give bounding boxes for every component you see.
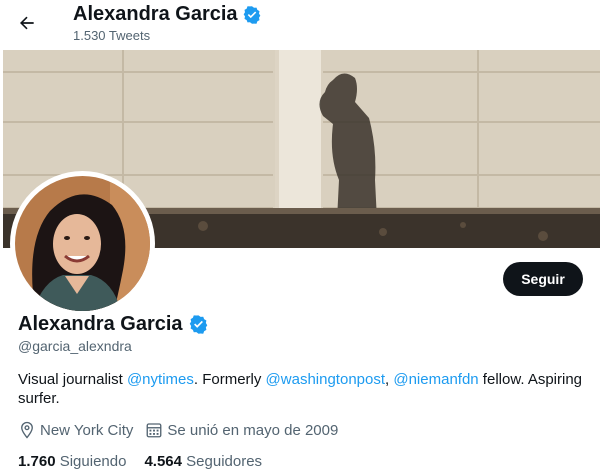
top-bar: Alexandra Garcia 1.530 Tweets	[0, 0, 602, 48]
following-label: Siguiendo	[59, 453, 127, 470]
bio-mention-link[interactable]: @washingtonpost	[266, 371, 385, 388]
profile-name: Alexandra Garcia	[18, 313, 209, 336]
followers-label: Seguidores	[186, 453, 263, 470]
avatar-image	[15, 176, 150, 311]
following-link[interactable]: 1.760 Siguiendo	[18, 453, 126, 470]
profile-stats: 1.760 Siguiendo 4.564 Seguidores	[18, 453, 280, 470]
header-title: Alexandra Garcia	[73, 3, 262, 26]
following-count: 1.760	[18, 453, 56, 470]
bio-mention-link[interactable]: @niemanfdn	[393, 371, 478, 388]
header-name: Alexandra Garcia	[73, 3, 238, 25]
bio-text: Visual journalist	[18, 371, 127, 388]
profile-photo	[15, 176, 150, 311]
profile-handle: @garcia_alexndra	[18, 338, 132, 354]
profile-meta: New York City Se unió en mayo de 2009	[18, 421, 350, 439]
verified-badge-icon	[189, 315, 207, 334]
location: New York City	[18, 421, 133, 439]
bio-mention-link[interactable]: @nytimes	[127, 371, 194, 388]
avatar[interactable]	[10, 171, 155, 316]
profile-bio: Visual journalist @nytimes. Formerly @wa…	[18, 370, 588, 408]
follow-button[interactable]: Seguir	[503, 262, 583, 296]
verified-badge-icon	[243, 5, 260, 24]
join-date-text: Se unió en mayo de 2009	[167, 421, 339, 439]
followers-count: 4.564	[144, 453, 182, 470]
tweet-count: 1.530 Tweets	[73, 28, 151, 43]
location-text: New York City	[40, 421, 134, 439]
bio-text: . Formerly	[193, 371, 266, 388]
join-date: Se unió en mayo de 2009	[145, 421, 338, 439]
arrow-left-icon	[20, 16, 34, 30]
back-button[interactable]	[12, 8, 42, 38]
calendar-icon	[146, 423, 162, 438]
profile-display-name: Alexandra Garcia	[18, 313, 183, 335]
location-pin-icon	[21, 421, 33, 439]
followers-link[interactable]: 4.564 Seguidores	[144, 453, 262, 470]
